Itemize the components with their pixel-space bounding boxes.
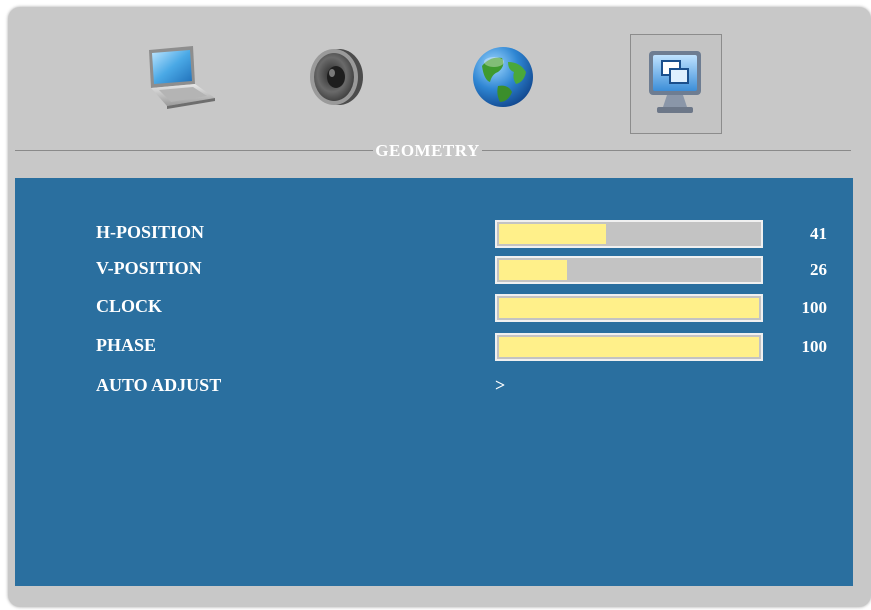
menu-item-label: V-POSITION <box>96 258 202 278</box>
menu-item-phase[interactable]: PHASE 100 <box>15 331 853 361</box>
h-position-value: 41 <box>810 224 827 243</box>
menu-item-auto-adjust[interactable]: AUTO ADJUST > <box>15 371 853 401</box>
menu-item-label: PHASE <box>96 335 157 355</box>
laptop-icon <box>149 46 215 109</box>
menu-item-h-position[interactable]: H-POSITION 41 <box>15 218 853 248</box>
tab-geometry[interactable] <box>630 34 722 134</box>
menu-panel: H-POSITION 41 V-POSITION 26 CLOCK 100 PH… <box>15 178 853 586</box>
tab-audio[interactable] <box>290 27 382 127</box>
auto-adjust-arrow[interactable]: > <box>495 375 505 396</box>
menu-item-label: CLOCK <box>96 296 163 316</box>
tab-language[interactable] <box>457 27 549 127</box>
slider-fill <box>499 337 759 357</box>
slider-fill <box>499 298 759 318</box>
section-divider <box>15 150 851 151</box>
clock-value: 100 <box>801 298 828 317</box>
clock-slider[interactable] <box>495 294 763 322</box>
slider-fill <box>499 260 567 280</box>
phase-value: 100 <box>801 337 828 356</box>
menu-item-label: H-POSITION <box>96 222 205 242</box>
globe-icon <box>473 47 533 107</box>
phase-slider[interactable] <box>495 333 763 361</box>
monitor-geometry-icon <box>649 51 701 113</box>
menu-item-v-position[interactable]: V-POSITION 26 <box>15 254 853 284</box>
menu-item-label: AUTO ADJUST <box>96 375 222 395</box>
v-position-value: 26 <box>810 260 827 279</box>
speaker-icon <box>310 49 363 105</box>
v-position-slider[interactable] <box>495 256 763 284</box>
tab-picture[interactable] <box>131 27 223 127</box>
menu-item-clock[interactable]: CLOCK 100 <box>15 292 853 322</box>
h-position-slider[interactable] <box>495 220 763 248</box>
slider-fill <box>499 224 606 244</box>
